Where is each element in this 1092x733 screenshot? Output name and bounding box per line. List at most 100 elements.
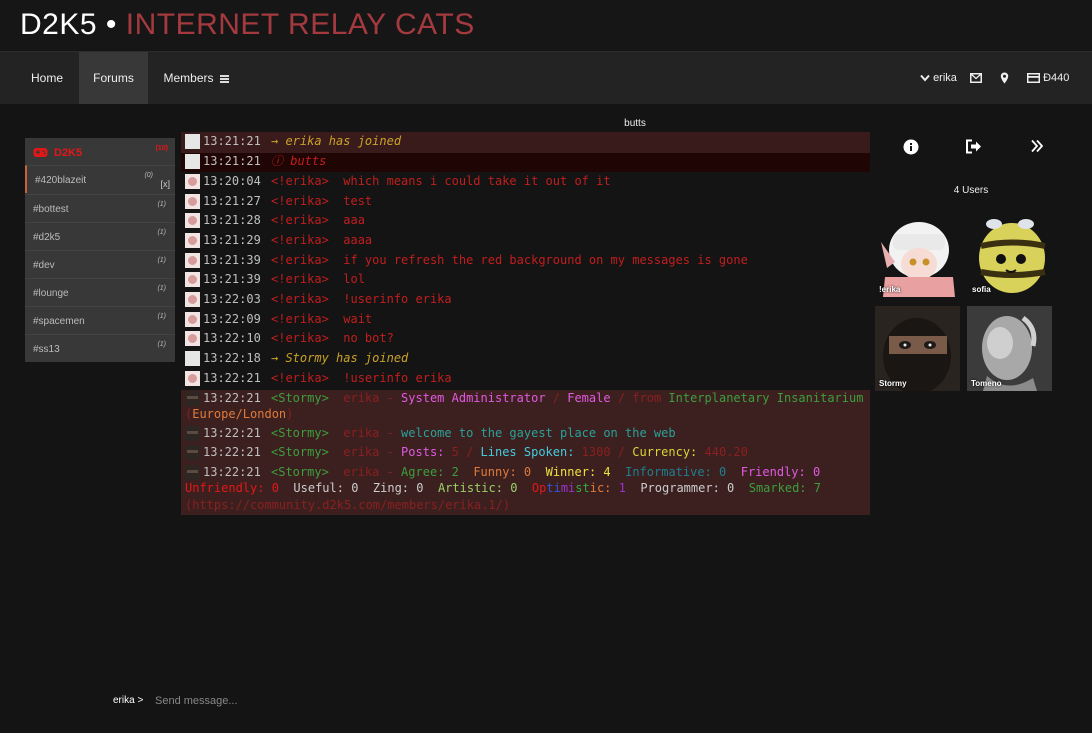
nick[interactable]: <!erika>: [271, 292, 329, 306]
tab-forums[interactable]: Forums: [79, 52, 148, 104]
channel-item[interactable]: #d2k5 (1): [25, 222, 175, 250]
inbox-button[interactable]: [970, 52, 982, 104]
channel-count: (0): [144, 172, 153, 179]
channel-count: (1): [157, 341, 166, 348]
channel-count: (1): [157, 201, 166, 208]
timestamp: 13:21:21: [203, 134, 261, 148]
info-icon[interactable]: [903, 139, 919, 155]
nick[interactable]: <!erika>: [271, 331, 329, 345]
message-text: if you refresh the red background on my …: [343, 253, 748, 267]
user-name: !erika: [879, 285, 901, 294]
chat-message: <!erika> wait: [271, 311, 372, 328]
avatar: [185, 253, 200, 268]
message-text: !userinfo erika: [343, 292, 452, 306]
location-button[interactable]: [1000, 52, 1009, 104]
nick[interactable]: <Stormy>: [271, 426, 329, 440]
user-name: Tomeno: [971, 379, 1002, 388]
channel-item[interactable]: #420blazeit (0) [x]: [25, 165, 175, 193]
nick[interactable]: <!erika>: [271, 312, 329, 326]
nick[interactable]: <!erika>: [271, 253, 329, 267]
message-text: erika - Agree: 2 Funny: 0 Winner: 4 Info…: [343, 465, 821, 479]
channel-item[interactable]: #spacemen (1): [25, 306, 175, 334]
avatar: [185, 465, 200, 480]
site-name: D2K5: [20, 8, 98, 41]
message-text: aaa: [343, 213, 365, 227]
nick[interactable]: <!erika>: [271, 194, 329, 208]
double-chevron-right-icon[interactable]: [1031, 139, 1043, 153]
avatar: [185, 134, 200, 149]
message-text: (Europe/London): [185, 407, 294, 421]
timestamp: 13:21:21: [203, 154, 261, 168]
channel-count: (1): [157, 313, 166, 320]
channel-sidebar: D2K5 (10) #420blazeit (0) [x] #bottest (…: [25, 138, 175, 362]
nick[interactable]: <Stormy>: [271, 465, 329, 479]
chat-message: <!erika> aaaa: [271, 232, 372, 249]
message-input[interactable]: [153, 690, 1057, 712]
channel-count: (1): [157, 285, 166, 292]
channel-count: (1): [157, 257, 166, 264]
message-text: aaaa: [343, 233, 373, 247]
avatar: [185, 426, 200, 441]
user-menu[interactable]: erika: [920, 52, 957, 104]
nick[interactable]: <Stormy>: [271, 445, 329, 459]
channel-name: #ss13: [33, 344, 60, 355]
title-separator: •: [105, 8, 117, 41]
nick[interactable]: <!erika>: [271, 233, 329, 247]
site-title[interactable]: D2K5 • INTERNET RELAY CATS: [20, 8, 475, 42]
close-channel-button[interactable]: [x]: [160, 179, 170, 189]
avatar: [185, 445, 200, 460]
nick[interactable]: <Stormy>: [271, 391, 329, 405]
chat-message: <!erika> lol: [271, 271, 365, 288]
nick[interactable]: <!erika>: [271, 272, 329, 286]
message-text: erika - welcome to the gayest place on t…: [343, 426, 676, 440]
wallet-button[interactable]: Đ440: [1027, 52, 1069, 104]
user-tile[interactable]: Stormy: [875, 306, 960, 391]
chat-message: <!erika> !userinfo erika: [271, 370, 452, 387]
chat-message: <!erika> if you refresh the red backgrou…: [271, 252, 748, 269]
channel-name: #lounge: [33, 288, 69, 299]
message-text: !userinfo erika: [343, 371, 452, 385]
network-name: D2K5: [54, 147, 83, 159]
input-prompt: erika >: [113, 695, 144, 706]
nick[interactable]: <!erika>: [271, 174, 329, 188]
channel-name: #spacemen: [33, 316, 85, 327]
message-text: erika - Posts: 5 / Lines Spoken: 1300 / …: [343, 445, 748, 459]
nick[interactable]: <!erika>: [271, 213, 329, 227]
timestamp: 13:21:27: [203, 194, 261, 208]
network-header[interactable]: D2K5 (10): [25, 138, 175, 165]
timestamp: 13:20:04: [203, 174, 261, 188]
chat-message: <!erika> which means i could take it out…: [271, 173, 611, 190]
message-text: erika - System Administrator / Female / …: [343, 391, 864, 405]
gamepad-icon: [33, 148, 48, 157]
avatar: [185, 154, 200, 169]
channel-item[interactable]: #ss13 (1): [25, 334, 175, 362]
user-tile[interactable]: Tomeno: [967, 306, 1052, 391]
timestamp: 13:21:39: [203, 272, 261, 286]
sign-out-icon[interactable]: [965, 139, 982, 154]
profile-link[interactable]: (https://community.d2k5.com/members/erik…: [185, 497, 510, 514]
channel-item[interactable]: #bottest (1): [25, 194, 175, 222]
timestamp: 13:22:21: [203, 465, 261, 479]
timestamp: 13:21:39: [203, 253, 261, 267]
tab-home[interactable]: Home: [18, 52, 76, 104]
channel-item[interactable]: #dev (1): [25, 250, 175, 278]
bot-message: <Stormy> erika - Agree: 2 Funny: 0 Winne…: [271, 464, 820, 481]
channel-name: #bottest: [33, 204, 69, 215]
tab-members[interactable]: Members: [160, 52, 232, 104]
avatar: [185, 292, 200, 307]
nav-bar: Home Forums Members erika Đ440: [0, 51, 1092, 104]
channel-item[interactable]: #lounge (1): [25, 278, 175, 306]
bot-message: <Stormy> erika - System Administrator / …: [271, 390, 863, 407]
timestamp: 13:22:09: [203, 312, 261, 326]
user-count: 4 Users: [953, 185, 989, 196]
timestamp: 13:21:29: [203, 233, 261, 247]
avatar: [185, 174, 200, 189]
nick[interactable]: <!erika>: [271, 371, 329, 385]
message-text: no bot?: [343, 331, 394, 345]
topic-message: ⓘ butts: [271, 154, 327, 168]
user-tile[interactable]: !erika: [875, 212, 960, 297]
user-tile[interactable]: sofia: [968, 212, 1053, 297]
channel-count: (1): [157, 229, 166, 236]
bot-message: <Stormy> erika - welcome to the gayest p…: [271, 425, 676, 442]
map-pin-icon: [1000, 72, 1009, 84]
